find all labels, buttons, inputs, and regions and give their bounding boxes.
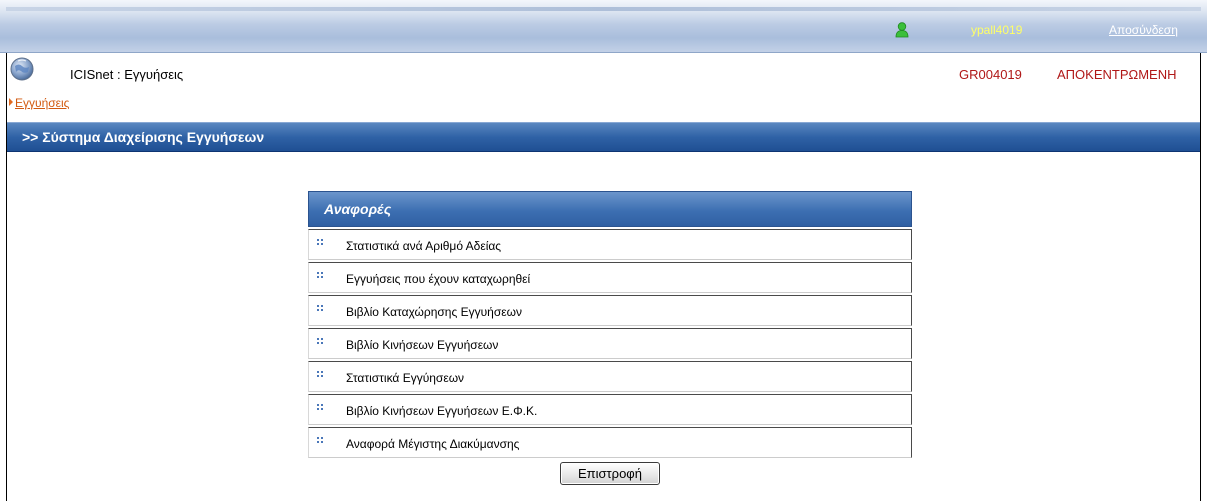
breadcrumb: Εγγυήσεις xyxy=(9,96,69,110)
report-item-label: Βιβλίο Κινήσεων Εγγυήσεων Ε.Φ.Κ. xyxy=(346,404,538,418)
frame-right-border xyxy=(1200,53,1201,501)
breadcrumb-link-guarantees[interactable]: Εγγυήσεις xyxy=(15,96,69,110)
frame-left-border xyxy=(6,53,7,501)
app-title: ICISnet : Εγγυήσεις xyxy=(70,67,184,82)
report-item-label: Αναφορά Μέγιστης Διακύμανσης xyxy=(346,437,520,451)
bullet-icon xyxy=(317,305,323,311)
bullet-icon xyxy=(317,272,323,278)
bullet-icon xyxy=(317,404,323,410)
bullet-icon xyxy=(317,371,323,377)
reports-panel: Αναφορές Στατιστικά ανά Αριθμό Αδείας Εγ… xyxy=(308,191,912,458)
report-item-label: Στατιστικά Εγγύησεων xyxy=(346,371,465,385)
report-item[interactable]: Αναφορά Μέγιστης Διακύμανσης xyxy=(308,427,912,458)
logout-link[interactable]: Αποσύνδεση xyxy=(1109,23,1178,37)
report-item[interactable]: Εγγυήσεις που έχουν καταχωρηθεί xyxy=(308,262,912,293)
bullet-icon xyxy=(317,437,323,443)
report-item-label: Βιβλίο Καταχώρησης Εγγυήσεων xyxy=(346,305,522,319)
report-item[interactable]: Βιβλίο Καταχώρησης Εγγυήσεων xyxy=(308,295,912,326)
section-title: >> Σύστημα Διαχείρισης Εγγυήσεων xyxy=(22,129,265,145)
report-item-label: Στατιστικά ανά Αριθμό Αδείας xyxy=(346,239,502,253)
section-title-bar: >> Σύστημα Διαχείρισης Εγγυήσεων xyxy=(7,122,1200,152)
customs-office-name: ΑΠΟΚΕΝΤΡΩΜΕΝΗ xyxy=(1057,67,1177,82)
reports-panel-header: Αναφορές xyxy=(308,191,912,227)
report-item[interactable]: Βιβλίο Κινήσεων Εγγυήσεων Ε.Φ.Κ. xyxy=(308,394,912,425)
globe-icon xyxy=(10,57,34,81)
report-item-label: Βιβλίο Κινήσεων Εγγυήσεων xyxy=(346,338,499,352)
back-button[interactable]: Επιστροφή xyxy=(560,462,660,485)
reports-panel-title: Αναφορές xyxy=(324,201,392,217)
report-item[interactable]: Στατιστικά ανά Αριθμό Αδείας xyxy=(308,229,912,260)
report-item[interactable]: Βιβλίο Κινήσεων Εγγυήσεων xyxy=(308,328,912,359)
customs-office-code: GR004019 xyxy=(959,67,1022,82)
username: ypall4019 xyxy=(971,23,1023,37)
report-item-label: Εγγυήσεις που έχουν καταχωρηθεί xyxy=(346,272,531,286)
top-bar: ypall4019 Αποσύνδεση xyxy=(0,0,1207,53)
report-item[interactable]: Στατιστικά Εγγύησεων xyxy=(308,361,912,392)
top-bar-strip xyxy=(6,7,1201,11)
bullet-icon xyxy=(317,239,323,245)
bullet-icon xyxy=(317,338,323,344)
user-icon xyxy=(895,22,909,38)
breadcrumb-arrow-icon xyxy=(9,98,13,106)
